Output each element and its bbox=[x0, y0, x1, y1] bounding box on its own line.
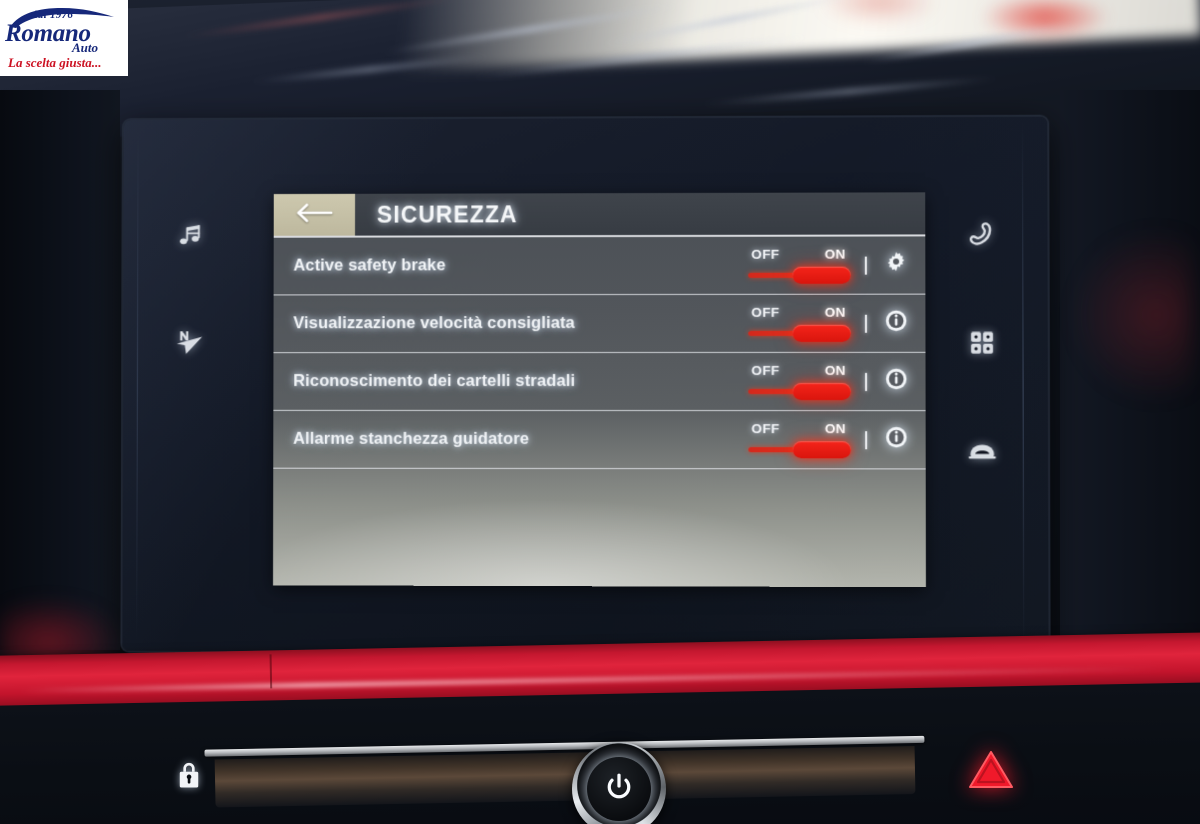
toggle-switch[interactable]: OFF ON bbox=[746, 245, 851, 285]
power-icon bbox=[604, 772, 634, 807]
watermark-tagline: La scelta giusta... bbox=[8, 55, 102, 70]
air-vent bbox=[214, 746, 916, 808]
toggle-off-label: OFF bbox=[751, 362, 780, 378]
settings-panel: SICUREZZA Active safety brake OFF ON Vis… bbox=[273, 192, 926, 588]
table-row[interactable]: Riconoscimento dei cartelli stradali OFF… bbox=[273, 352, 926, 412]
toggle-off-label: OFF bbox=[751, 246, 780, 262]
toggle-on-label: ON bbox=[824, 362, 846, 378]
phone-button[interactable] bbox=[961, 213, 1004, 255]
toggle-off-label: OFF bbox=[751, 304, 780, 320]
dealer-watermark: dal 1976 Romano Auto La scelta giusta... bbox=[0, 0, 128, 76]
info-action-button[interactable] bbox=[881, 425, 911, 455]
car-icon bbox=[967, 436, 997, 466]
settings-action-button[interactable] bbox=[881, 250, 911, 280]
info-icon bbox=[884, 367, 908, 396]
table-row[interactable]: Active safety brake OFF ON bbox=[273, 236, 926, 296]
page-title: SICUREZZA bbox=[376, 200, 518, 228]
toggle-knob[interactable] bbox=[792, 324, 851, 342]
table-row[interactable]: Visualizzazione velocità consigliata OFF… bbox=[273, 294, 926, 354]
navigation-arrow-icon bbox=[176, 328, 206, 358]
navigation-button[interactable] bbox=[171, 322, 213, 364]
toggle-on-label: ON bbox=[824, 304, 846, 320]
info-icon bbox=[884, 425, 908, 454]
divider bbox=[864, 256, 867, 275]
apps-grid-icon bbox=[969, 330, 995, 356]
info-action-button[interactable] bbox=[881, 308, 911, 338]
info-icon bbox=[884, 309, 908, 338]
trim-seam bbox=[269, 654, 273, 689]
hazard-triangle-icon bbox=[967, 749, 1015, 796]
toggle-knob[interactable] bbox=[792, 440, 852, 458]
toggle-switch[interactable]: OFF ON bbox=[746, 303, 851, 343]
toggle-knob[interactable] bbox=[792, 382, 851, 400]
toggle-switch[interactable]: OFF ON bbox=[746, 361, 851, 401]
vehicle-button[interactable] bbox=[961, 430, 1004, 472]
red-door-reflection bbox=[1072, 230, 1192, 400]
left-icon-rail bbox=[171, 215, 213, 364]
phone-icon bbox=[968, 220, 996, 248]
right-icon-rail bbox=[961, 213, 1004, 472]
toggle-switch[interactable]: OFF ON bbox=[746, 420, 852, 460]
panel-header: SICUREZZA bbox=[273, 192, 926, 238]
apps-button[interactable] bbox=[961, 322, 1004, 364]
dash-left-shadow bbox=[0, 90, 120, 650]
divider bbox=[864, 314, 867, 333]
bezel-left-edge bbox=[136, 129, 139, 641]
bezel-right-edge bbox=[1021, 122, 1025, 648]
setting-label: Active safety brake bbox=[293, 256, 446, 275]
toggle-off-label: OFF bbox=[751, 420, 780, 436]
divider bbox=[865, 372, 868, 391]
setting-label: Visualizzazione velocità consigliata bbox=[293, 314, 575, 333]
table-row[interactable]: Allarme stanchezza guidatore OFF ON bbox=[273, 410, 926, 470]
infotainment-display[interactable]: SICUREZZA Active safety brake OFF ON Vis… bbox=[122, 116, 1049, 655]
media-button[interactable] bbox=[171, 215, 213, 257]
padlock-icon bbox=[176, 762, 202, 794]
arrow-left-icon bbox=[295, 201, 335, 228]
toggle-knob[interactable] bbox=[792, 266, 851, 284]
divider bbox=[865, 430, 868, 449]
setting-label: Allarme stanchezza guidatore bbox=[293, 429, 530, 448]
music-note-icon bbox=[178, 222, 206, 250]
hazard-lights-button[interactable] bbox=[962, 748, 1020, 796]
central-lock-button[interactable] bbox=[176, 760, 202, 795]
toggle-on-label: ON bbox=[824, 420, 846, 436]
info-action-button[interactable] bbox=[881, 366, 911, 396]
toggle-on-label: ON bbox=[824, 246, 846, 262]
power-button-face bbox=[587, 757, 651, 821]
watermark-sub: Auto bbox=[72, 40, 99, 55]
gear-icon bbox=[884, 251, 908, 280]
setting-label: Riconoscimento dei cartelli stradali bbox=[293, 372, 576, 390]
red-reflection-2 bbox=[820, 0, 940, 22]
back-button[interactable] bbox=[273, 193, 356, 236]
